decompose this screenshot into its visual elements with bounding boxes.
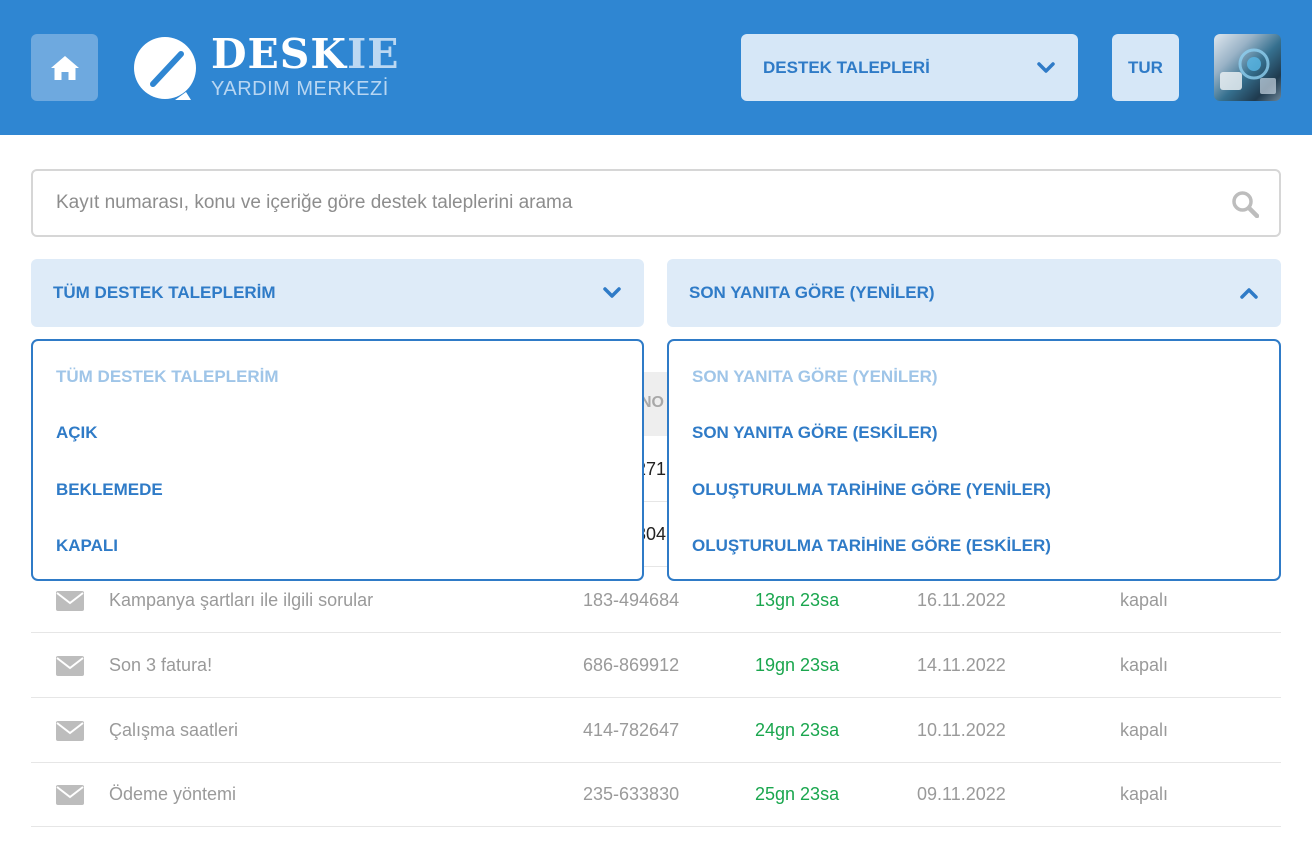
ticket-status: kapalı (1120, 720, 1169, 740)
ticket-elapsed-time: 24gn 23sa (755, 720, 840, 740)
status-option-pending[interactable]: BEKLEMEDE (56, 480, 163, 500)
status-option-open[interactable]: AÇIK (56, 423, 98, 443)
avatar-image-icon (1220, 48, 1276, 94)
sort-option-last-reply-oldest[interactable]: SON YANITA GÖRE (ESKİLER) (692, 423, 938, 443)
section-select[interactable]: DESTEK TALEPLERİ (741, 34, 1078, 101)
ticket-date: 10.11.2022 (917, 720, 1006, 740)
status-filter-select[interactable]: TÜM DESTEK TALEPLERİM (31, 259, 644, 327)
table-row[interactable]: Son 3 fatura! 686-869912 19gn 23sa 14.11… (31, 633, 1281, 698)
ticket-status: kapalı (1120, 590, 1169, 610)
sort-option-created-newest[interactable]: OLUŞTURULMA TARİHİNE GÖRE (YENİLER) (692, 480, 1051, 500)
language-button[interactable]: TUR (1112, 34, 1179, 101)
home-button[interactable] (31, 34, 98, 101)
ticket-status: kapalı (1120, 784, 1169, 804)
mail-icon (56, 721, 84, 741)
ticket-number: 235-633830 (583, 784, 680, 804)
chevron-down-icon (1037, 62, 1055, 73)
ticket-elapsed-time: 13gn 23sa (755, 590, 840, 610)
mail-icon (56, 785, 84, 805)
mail-icon (56, 656, 84, 676)
sort-option-created-oldest[interactable]: OLUŞTURULMA TARİHİNE GÖRE (ESKİLER) (692, 536, 1051, 556)
ticket-number: 414-782647 (583, 720, 680, 740)
search-icon[interactable] (1231, 190, 1259, 218)
status-filter-dropdown: TÜM DESTEK TALEPLERİM AÇIK BEKLEMEDE KAP… (31, 339, 644, 581)
chevron-down-icon (603, 287, 621, 298)
status-option-all[interactable]: TÜM DESTEK TALEPLERİM (56, 367, 279, 387)
search-input[interactable] (33, 171, 1223, 235)
search-box (31, 169, 1281, 237)
section-select-label: DESTEK TALEPLERİ (763, 57, 930, 77)
status-filter-label: TÜM DESTEK TALEPLERİM (53, 283, 276, 302)
ticket-date: 09.11.2022 (917, 784, 1006, 804)
ticket-number: 686-869912 (583, 655, 680, 675)
ticket-subject: Son 3 fatura! (109, 655, 213, 675)
ticket-date: 14.11.2022 (917, 655, 1006, 675)
sort-select-label: SON YANITA GÖRE (YENİLER) (689, 283, 935, 302)
ticket-subject: Ödeme yöntemi (109, 784, 237, 804)
status-option-closed[interactable]: KAPALI (56, 536, 118, 556)
brand-name: DESKIE (211, 30, 400, 78)
top-header: DESKIE YARDIM MERKEZİ DESTEK TALEPLERİ T… (0, 0, 1312, 135)
sort-dropdown: SON YANITA GÖRE (YENİLER) SON YANITA GÖR… (667, 339, 1281, 581)
sort-option-last-reply-newest[interactable]: SON YANITA GÖRE (YENİLER) (692, 367, 938, 387)
ticket-subject: Çalışma saatleri (109, 720, 239, 740)
ticket-date: 16.11.2022 (917, 590, 1006, 610)
table-row[interactable]: Çalışma saatleri 414-782647 24gn 23sa 10… (31, 698, 1281, 763)
mail-icon (56, 591, 84, 611)
sort-select[interactable]: SON YANITA GÖRE (YENİLER) (667, 259, 1281, 327)
chat-bubble-logo-icon (134, 37, 196, 100)
ticket-elapsed-time: 25gn 23sa (755, 784, 840, 804)
table-row[interactable]: Ödeme yöntemi 235-633830 25gn 23sa 09.11… (31, 762, 1281, 827)
ticket-subject: Kampanya şartları ile ilgili sorular (109, 590, 374, 610)
brand-subtitle: YARDIM MERKEZİ (211, 78, 389, 100)
chevron-up-icon (1240, 288, 1258, 299)
ticket-elapsed-time: 19gn 23sa (755, 655, 840, 675)
home-icon (50, 55, 79, 80)
brand-logo[interactable]: DESKIE YARDIM MERKEZİ (131, 33, 401, 103)
ticket-status: kapalı (1120, 655, 1169, 675)
user-avatar[interactable] (1214, 34, 1281, 101)
ticket-number: 183-494684 (583, 590, 680, 610)
